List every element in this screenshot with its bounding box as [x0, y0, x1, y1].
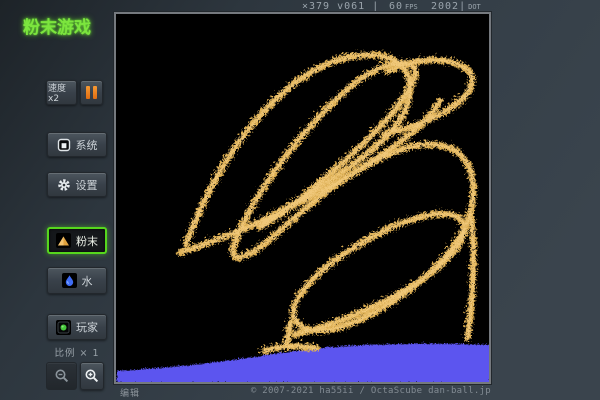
settings-button[interactable]: 设置	[47, 172, 107, 197]
element-button-player-label: 玩家	[76, 319, 98, 335]
water-pool	[116, 343, 489, 382]
copyright-text: © 2007-2021 ha55ii / OctaScube dan-ball.…	[251, 386, 491, 396]
pause-icon	[86, 86, 90, 99]
system-button[interactable]: 系统	[47, 132, 107, 157]
settings-button-label: 设置	[76, 177, 98, 193]
cursor-x-readout: ×379	[302, 1, 330, 12]
monitor-icon	[57, 138, 71, 152]
system-button-label: 系统	[76, 137, 98, 153]
magnifier-plus-icon	[84, 368, 100, 384]
dot-unit-label: DOT	[467, 3, 482, 12]
cursor-y-readout: v061	[337, 1, 365, 12]
fps-unit-label: FPS	[404, 3, 419, 12]
game-canvas[interactable]	[114, 12, 491, 384]
powder-scribble-highlight	[178, 52, 471, 348]
element-button-powder-label: 粉末	[76, 233, 98, 249]
edit-mode-label: 编辑	[120, 386, 140, 399]
element-button-water[interactable]: 水	[47, 267, 107, 294]
fps-value: 60	[389, 1, 403, 12]
powder-simulation	[116, 14, 489, 382]
gear-icon	[57, 178, 71, 192]
scale-label: 比例 × 1	[40, 345, 114, 359]
pause-icon	[93, 86, 97, 99]
zoom-in-button[interactable]	[80, 362, 104, 390]
droplet-icon	[62, 273, 77, 288]
magnifier-minus-icon	[54, 368, 70, 384]
sand-pile-icon	[56, 233, 71, 248]
element-button-water-label: 水	[82, 273, 93, 289]
readout-separator: |	[372, 1, 379, 12]
element-button-powder[interactable]: 粉末	[47, 227, 107, 254]
page-title: 粉末游戏	[0, 13, 114, 38]
powder-scribble	[178, 52, 471, 348]
dot-count-value: 2002	[431, 1, 459, 12]
zoom-out-button[interactable]	[46, 362, 77, 390]
element-button-player[interactable]: 玩家	[47, 314, 107, 340]
player-dot-icon	[56, 320, 71, 335]
pause-button[interactable]	[80, 80, 103, 105]
speed-button-label: 速度x2	[48, 81, 75, 104]
speed-button[interactable]: 速度x2	[46, 80, 77, 105]
dot-separator: |	[459, 1, 466, 12]
